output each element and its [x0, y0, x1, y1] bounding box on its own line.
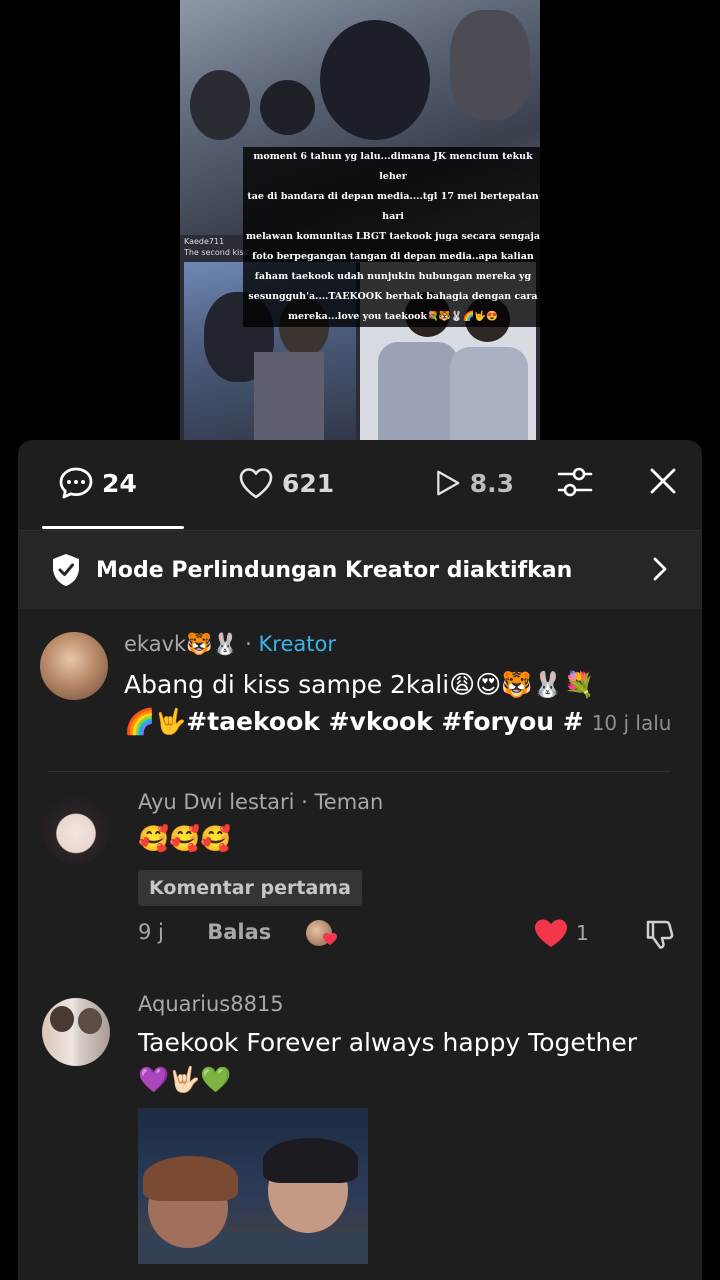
caption-line: mereka...love you taekook💐🐯🐰🌈🤟😍 — [287, 311, 499, 322]
username-separator: · — [245, 632, 252, 656]
caption-line: tae di bandara di depan media....tgl 17 … — [247, 191, 539, 222]
comment-time: 10 j lalu — [591, 711, 672, 735]
creator-liked-icon — [306, 920, 340, 948]
comment-text-line: Abang di kiss sampe 2kali😩😍🐯🐰💐 — [124, 670, 595, 699]
comment-like[interactable]: 1 — [534, 918, 589, 948]
caption-line: faham taekook udah nunjukin hubungan mer… — [254, 271, 532, 282]
comment-image[interactable] — [138, 1108, 368, 1264]
video-caption-overlay: moment 6 tahun yg lalu...dimana JK menci… — [243, 147, 543, 327]
thumbs-down-icon[interactable] — [644, 918, 678, 950]
divider — [48, 771, 670, 772]
tab-likes[interactable]: 621 — [238, 466, 334, 500]
comment-text-line: Taekook Forever always happy Together — [138, 1028, 638, 1057]
shield-check-icon — [53, 554, 79, 586]
avatar[interactable] — [42, 998, 110, 1066]
comments-panel: 24 621 8.3 Mode Perlindungan Kreator dia… — [18, 440, 702, 1280]
comment-username[interactable]: ekavk🐯🐰 — [124, 632, 238, 656]
play-outline-icon — [437, 470, 460, 496]
video-credit-sub: The second kiss — [184, 248, 248, 257]
friend-badge: Teman — [314, 790, 384, 814]
likes-count: 621 — [282, 468, 335, 498]
avatar[interactable] — [40, 632, 108, 700]
video-credit: Kaede711 The second kiss — [184, 236, 248, 258]
comment-hashtags[interactable]: 🌈🤟#taekook #vkook #foryou # — [124, 707, 584, 736]
video-credit-name: Kaede711 — [184, 237, 225, 246]
panel-tab-bar: 24 621 8.3 — [18, 440, 702, 530]
reply-button[interactable]: Balas — [207, 920, 271, 944]
comment-bubble-icon — [59, 467, 93, 499]
comment-username-row: ekavk🐯🐰 · Kreator — [124, 632, 336, 657]
comment-username-row: Ayu Dwi lestari · Teman — [138, 790, 383, 814]
comment-meta: 9 j Balas — [138, 920, 271, 944]
comment-text-line: 💜🤟🏻💚 — [138, 1065, 232, 1094]
comment-like-count: 1 — [576, 921, 589, 945]
comment-username[interactable]: Ayu Dwi lestari — [138, 790, 294, 814]
caption-line: foto berpegangan tangan di depan media..… — [252, 251, 534, 262]
creator-protection-banner[interactable]: Mode Perlindungan Kreator diaktifkan — [18, 530, 702, 609]
caption-line: moment 6 tahun yg lalu...dimana JK menci… — [253, 151, 533, 182]
heart-filled-icon — [535, 919, 567, 947]
avatar[interactable] — [42, 796, 110, 864]
comment-username[interactable]: Aquarius8815 — [138, 992, 284, 1016]
first-comment-pill: Komentar pertama — [138, 870, 362, 906]
comments-count: 24 — [102, 468, 137, 498]
comment-text: Taekook Forever always happy Together 💜🤟… — [138, 1024, 637, 1098]
comment-text: Abang di kiss sampe 2kali😩😍🐯🐰💐 🌈🤟#taekoo… — [124, 666, 694, 742]
close-icon[interactable] — [648, 464, 678, 498]
comment-time: 9 j — [138, 920, 164, 944]
username-separator: · — [301, 790, 308, 814]
tab-views[interactable]: 8.3 — [434, 466, 514, 500]
caption-line: melawan komunitas LBGT taekook juga seca… — [245, 231, 541, 242]
active-tab-indicator — [42, 526, 184, 529]
tab-comments[interactable]: 24 — [58, 466, 137, 500]
filter-sliders-icon[interactable] — [556, 464, 594, 500]
protection-banner-text: Mode Perlindungan Kreator diaktifkan — [96, 557, 573, 583]
views-count: 8.3 — [469, 468, 514, 498]
chevron-right-icon — [653, 557, 667, 581]
creator-badge: Kreator — [258, 632, 336, 656]
comment-text: 🥰🥰🥰 — [138, 824, 232, 853]
caption-line: sesungguh'a....TAEKOOK berhak bahagia de… — [248, 291, 538, 302]
heart-outline-icon — [239, 468, 273, 499]
